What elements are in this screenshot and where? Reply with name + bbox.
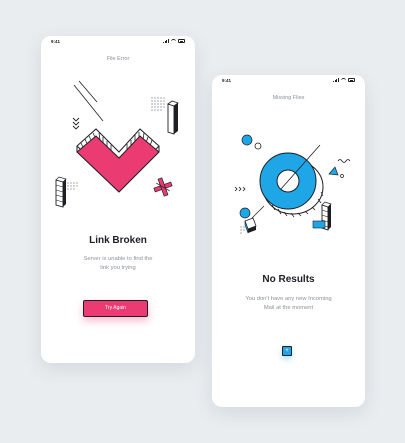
plus-icon: + <box>285 348 289 354</box>
add-button[interactable]: + <box>282 346 292 356</box>
error-heading: Link Broken <box>89 235 147 246</box>
empty-heading: No Results <box>262 274 315 285</box>
phone-screen-file-error: 9:41 File Error Link Broken Server is un… <box>41 36 195 363</box>
try-again-button[interactable]: Try Again <box>83 300 148 317</box>
description-line-1: You don't have any new Incoming <box>245 296 332 302</box>
empty-search-illustration <box>234 134 351 234</box>
empty-description: You don't have any new Incoming Mail at … <box>232 295 345 313</box>
broken-heart-illustration <box>55 80 179 208</box>
description-line-1: Server is unable to find the <box>83 256 153 262</box>
phone-screen-missing-files: 9:41 Missing Flies No Results You don't … <box>212 75 365 407</box>
description-line-2: Mail at the moment <box>263 305 314 311</box>
error-description: Server is unable to find the link you tr… <box>61 255 175 273</box>
description-line-2: link you trying <box>100 265 136 271</box>
